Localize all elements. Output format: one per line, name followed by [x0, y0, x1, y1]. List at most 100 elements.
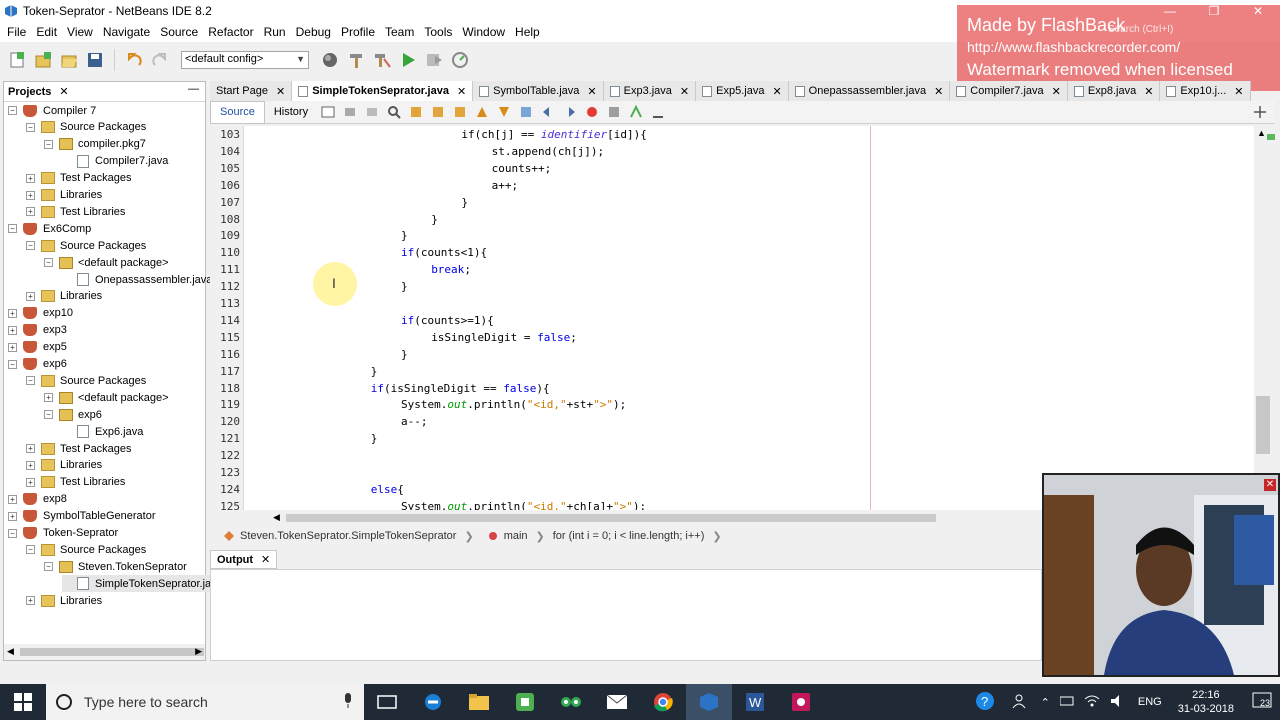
menu-profile[interactable]: Profile: [336, 25, 380, 39]
expand-icon[interactable]: +: [26, 596, 35, 606]
close-icon[interactable]: ✕: [1234, 85, 1243, 98]
notification-center-icon[interactable]: 23: [1252, 692, 1272, 713]
menu-navigate[interactable]: Navigate: [98, 25, 155, 39]
scroll-left-icon[interactable]: ◀: [7, 646, 14, 657]
expand-icon[interactable]: +: [26, 444, 35, 453]
menu-view[interactable]: View: [62, 25, 98, 39]
history-tab[interactable]: History: [265, 106, 317, 118]
close-icon[interactable]: ✕: [587, 85, 596, 98]
new-project-icon[interactable]: [32, 49, 54, 71]
collapse-icon[interactable]: −: [26, 122, 35, 132]
collapse-icon[interactable]: −: [44, 410, 53, 420]
close-icon[interactable]: ✕: [457, 85, 466, 98]
mail-icon[interactable]: [594, 684, 640, 720]
editor-tab[interactable]: Start Page ✕: [210, 81, 293, 101]
editor-tab[interactable]: Exp10.j... ✕: [1160, 81, 1251, 101]
microphone-icon[interactable]: [343, 693, 353, 712]
scrollbar-thumb[interactable]: [1256, 396, 1270, 454]
menu-window[interactable]: Window: [457, 25, 510, 39]
find-icon[interactable]: [387, 105, 401, 119]
close-icon[interactable]: ✕: [1264, 479, 1276, 491]
find-next-icon[interactable]: [431, 105, 445, 119]
project-tree-item[interactable]: + exp8: [8, 491, 67, 508]
editor-tab[interactable]: Compiler7.java ✕: [950, 81, 1068, 101]
expand-icon[interactable]: +: [26, 477, 35, 487]
project-tree-item[interactable]: Compiler7.java: [62, 153, 168, 170]
app-green-icon[interactable]: [502, 684, 548, 720]
menu-source[interactable]: Source: [155, 25, 203, 39]
clean-build-icon[interactable]: [371, 49, 393, 71]
editor-tab[interactable]: Exp5.java ✕: [696, 81, 789, 101]
project-tree-item[interactable]: − exp6: [44, 406, 102, 423]
menu-file[interactable]: File: [2, 25, 31, 39]
expand-icon[interactable]: +: [26, 173, 35, 183]
expand-icon[interactable]: +: [26, 207, 35, 217]
output-tab[interactable]: Output ✕: [210, 550, 278, 569]
start-button[interactable]: [0, 684, 46, 720]
breadcrumb-method[interactable]: main: [504, 530, 528, 542]
scroll-left-icon[interactable]: ◀: [273, 512, 280, 523]
battery-icon[interactable]: [1059, 696, 1076, 709]
project-tree-item[interactable]: + Libraries: [26, 288, 102, 305]
word-icon[interactable]: W: [732, 684, 778, 720]
editor-tab[interactable]: Onepassassembler.java ✕: [788, 81, 951, 101]
scroll-up-icon[interactable]: ▲: [1257, 128, 1266, 138]
shift-left-icon[interactable]: [541, 105, 555, 119]
menu-debug[interactable]: Debug: [291, 25, 336, 39]
expand-icon[interactable]: +: [8, 308, 17, 318]
start-macro-icon[interactable]: [585, 105, 599, 119]
project-tree-item[interactable]: + Test Libraries: [26, 203, 125, 220]
tripadvisor-icon[interactable]: [548, 684, 594, 720]
horizontal-scrollbar[interactable]: ◀ ▶: [4, 644, 205, 660]
scroll-right-icon[interactable]: ▶: [195, 646, 202, 657]
edge-icon[interactable]: [410, 684, 456, 720]
collapse-icon[interactable]: −: [26, 545, 35, 555]
minimize-icon[interactable]: —: [1148, 0, 1192, 22]
project-tree-item[interactable]: − Ex6Comp: [8, 220, 91, 237]
collapse-icon[interactable]: −: [44, 562, 53, 572]
output-area[interactable]: [210, 569, 1042, 661]
project-tree-item[interactable]: + Libraries: [26, 592, 102, 609]
menu-edit[interactable]: Edit: [31, 25, 62, 39]
breadcrumb-loop[interactable]: for (int i = 0; i < line.length; i++): [553, 530, 705, 542]
close-icon[interactable]: ✕: [680, 85, 689, 98]
chrome-icon[interactable]: [640, 684, 686, 720]
collapse-icon[interactable]: −: [8, 106, 17, 115]
expand-icon[interactable]: +: [8, 511, 17, 521]
editor-tab[interactable]: SimpleTokenSeprator.java ✕: [292, 81, 474, 101]
shift-right-icon[interactable]: [563, 105, 577, 119]
comment-icon[interactable]: [629, 104, 643, 119]
stop-macro-icon[interactable]: [607, 105, 621, 119]
open-project-icon[interactable]: [58, 49, 80, 71]
debug-icon[interactable]: [423, 49, 445, 71]
project-tree-item[interactable]: + exp10: [8, 305, 73, 322]
project-tree-item[interactable]: − <default package>: [44, 254, 169, 271]
projects-tab[interactable]: Projects ✕ —: [4, 82, 205, 102]
project-tree-item[interactable]: + exp3: [8, 322, 67, 339]
editor-tab[interactable]: Exp3.java ✕: [603, 81, 697, 101]
toggle-bookmark-icon[interactable]: [519, 105, 533, 119]
expand-icon[interactable]: +: [26, 291, 35, 301]
menu-run[interactable]: Run: [259, 25, 291, 39]
globe-icon[interactable]: [319, 49, 341, 71]
people-icon[interactable]: [1011, 693, 1027, 712]
project-tree-item[interactable]: + Libraries: [26, 187, 102, 204]
restore-icon[interactable]: ❐: [1192, 0, 1236, 22]
expand-icon[interactable]: +: [44, 393, 53, 403]
taskbar-search[interactable]: Type here to search: [46, 684, 364, 720]
menu-refactor[interactable]: Refactor: [203, 25, 258, 39]
undo-icon[interactable]: [123, 49, 145, 71]
close-icon[interactable]: ✕: [1052, 85, 1061, 98]
project-tree-item[interactable]: − Source Packages: [26, 541, 146, 558]
scrollbar-thumb[interactable]: [286, 514, 936, 522]
split-window-icon[interactable]: [1253, 105, 1267, 119]
project-tree-item[interactable]: − Token-Seprator: [8, 525, 118, 542]
collapse-icon[interactable]: −: [26, 241, 35, 251]
netbeans-taskbar-icon[interactable]: [686, 684, 732, 720]
collapse-icon[interactable]: −: [44, 258, 53, 268]
collapse-icon[interactable]: −: [8, 359, 17, 369]
close-icon[interactable]: ✕: [261, 553, 270, 566]
project-tree-item[interactable]: SimpleTokenSeprator.java: [62, 575, 223, 593]
project-tree-item[interactable]: − compiler.pkg7: [44, 136, 146, 153]
build-hammer-icon[interactable]: [345, 49, 367, 71]
